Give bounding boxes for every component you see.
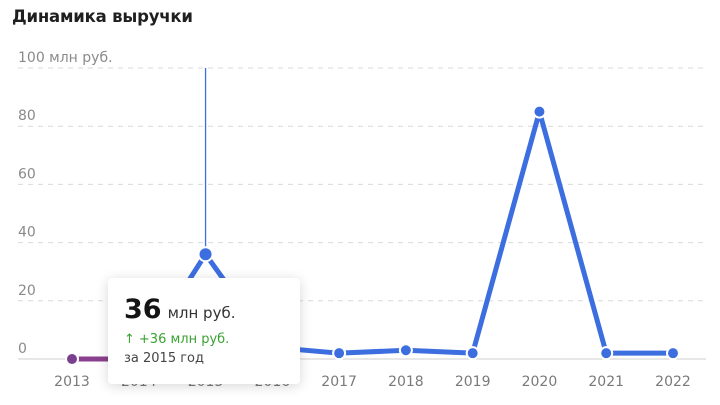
data-point-2018[interactable]: [398, 343, 413, 358]
y-tick-label-0: 0: [18, 341, 27, 357]
tooltip-change-value: +36 млн руб.: [138, 332, 230, 347]
tooltip-change: ↑ +36 млн руб.: [124, 332, 284, 347]
tooltip-unit: млн руб.: [167, 304, 236, 322]
x-tick-label-2020: 2020: [522, 374, 558, 390]
y-tick-label-60: 60: [18, 166, 36, 182]
x-tick-label-2013: 2013: [54, 374, 90, 390]
data-point-2019[interactable]: [465, 346, 480, 361]
data-point-2022[interactable]: [666, 346, 680, 361]
x-tick-label-2017: 2017: [321, 374, 357, 390]
y-tick-label-100: 100 млн руб.: [18, 50, 113, 66]
data-point-2015[interactable]: [197, 246, 214, 263]
line-segment-2018-2019: [403, 347, 476, 356]
y-tick-label-20: 20: [18, 283, 36, 299]
data-point-2017[interactable]: [332, 346, 347, 361]
data-tooltip: 36 млн руб. ↑ +36 млн руб. за 2015 год: [108, 278, 300, 384]
tooltip-period: за 2015 год: [124, 351, 204, 366]
line-segment-2019-2020: [470, 109, 542, 356]
tooltip-value: 36: [124, 294, 162, 325]
y-tick-label-40: 40: [18, 225, 36, 241]
x-tick-label-2021: 2021: [588, 374, 624, 390]
line-segment-2017-2018: [336, 347, 409, 356]
x-tick-label-2019: 2019: [455, 374, 491, 390]
x-tick-label-2022: 2022: [655, 374, 691, 390]
data-point-2020[interactable]: [532, 104, 547, 119]
data-point-2013[interactable]: [65, 352, 79, 366]
arrow-up-icon: ↑: [124, 332, 135, 347]
data-point-2021[interactable]: [599, 346, 614, 361]
y-tick-label-80: 80: [18, 108, 36, 124]
line-segment-2020-2021: [536, 109, 609, 356]
x-tick-label-2018: 2018: [388, 374, 424, 390]
tooltip-value-row: 36 млн руб.: [124, 294, 284, 326]
y-axis-ticks: 0 20 40 60 80 100 млн руб.: [18, 50, 113, 357]
